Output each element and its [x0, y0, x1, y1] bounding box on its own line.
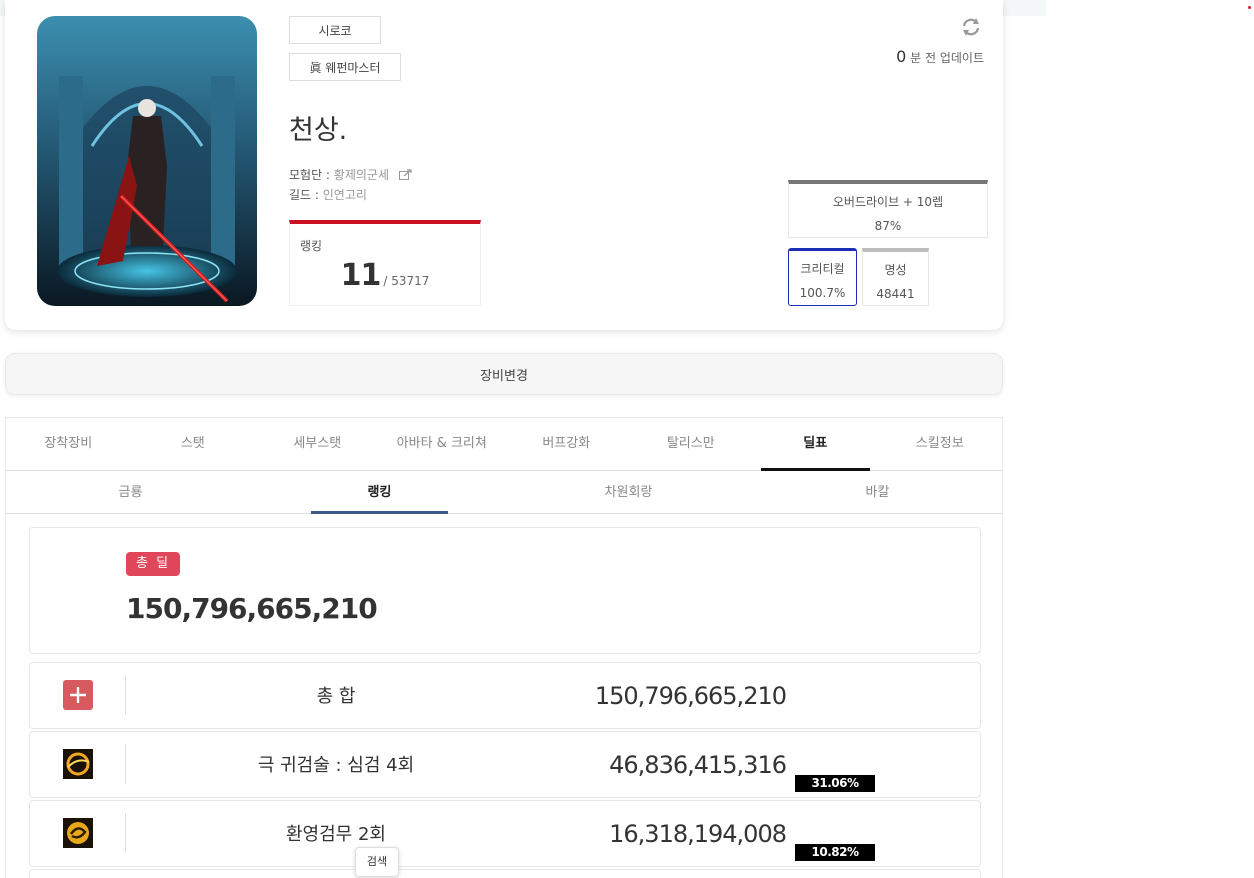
update-minutes: 0 — [896, 47, 907, 66]
skill-percent-badge: 31.06% — [795, 775, 875, 792]
adventure-label: 모험단 : — [289, 168, 334, 182]
ranking-box: 랭킹 11/ 53717 — [289, 220, 481, 306]
subtab-ranking[interactable]: 랭킹 — [255, 472, 504, 514]
skill-damage: 16,318,194,008 — [609, 820, 787, 848]
total-damage-value: 150,796,665,210 — [126, 592, 378, 625]
server-tag: 시로코 — [289, 16, 381, 44]
overdrive-value: 87% — [874, 219, 902, 233]
critical-stat: 크리티컬 100.7% — [788, 248, 857, 306]
overdrive-label: 오버드라이브 + 10렙 — [832, 195, 944, 209]
notification-dot — [1248, 6, 1251, 9]
skill-name: 환영검무 2회 — [286, 824, 386, 845]
profile-card: 시로코 眞 웨펀마스터 0 분 전 업데이트 천상. 모험단 : 황제의군세 길… — [5, 0, 1003, 330]
update-status: 0 분 전 업데이트 — [896, 47, 984, 66]
overdrive-stat: 오버드라이브 + 10렙 87% — [788, 180, 988, 238]
ranking-total: / 53717 — [383, 274, 430, 288]
subtab-dimension-corridor[interactable]: 차원회랑 — [504, 472, 753, 513]
skill-dance-icon — [63, 818, 93, 848]
critical-label: 크리티컬 — [800, 262, 845, 276]
fame-stat: 명성 48441 — [862, 248, 929, 306]
damage-row: 총 합 150,796,665,210 — [29, 662, 981, 729]
critical-value: 100.7% — [799, 286, 846, 300]
tab-equipment[interactable]: 장착장비 — [6, 418, 131, 470]
sub-tabs: 금룡 랭킹 차원회랑 바칼 — [6, 472, 1002, 514]
skill-percent-badge: 10.82% — [795, 844, 875, 861]
search-tooltip-button[interactable]: 검색 — [355, 847, 399, 877]
adventure-value: 황제의군세 — [333, 168, 389, 182]
tab-stats[interactable]: 스탯 — [131, 418, 256, 470]
adventure-info: 모험단 : 황제의군세 — [289, 166, 412, 183]
guild-info: 길드 : 인연고리 — [289, 186, 367, 203]
plus-icon — [63, 680, 93, 710]
skill-name: 극 귀검술 : 심검 4회 — [257, 755, 415, 776]
tab-buff[interactable]: 버프강화 — [504, 418, 629, 470]
subtab-bakal[interactable]: 바칼 — [753, 472, 1002, 513]
fame-value: 48441 — [876, 287, 915, 301]
ranking-label: 랭킹 — [300, 239, 323, 253]
tab-detail-stats[interactable]: 세부스탯 — [255, 418, 380, 470]
character-name: 천상. — [289, 115, 348, 146]
ranking-value: 11 — [340, 258, 382, 293]
character-portrait — [37, 16, 257, 306]
fame-label: 명성 — [884, 263, 907, 277]
total-damage-card: 총 딜 150,796,665,210 — [29, 527, 981, 654]
main-tabs: 장착장비 스탯 세부스탯 아바타 & 크리쳐 버프강화 탈리스만 딜표 스킬정보 — [6, 418, 1002, 471]
tab-damage-table[interactable]: 딜표 — [753, 418, 878, 471]
skill-sword-icon — [63, 749, 93, 779]
job-tag: 眞 웨펀마스터 — [289, 53, 401, 81]
tab-talisman[interactable]: 탈리스만 — [629, 418, 754, 470]
damage-row: 환영검무 2회 16,318,194,008 10.82% — [29, 800, 981, 867]
total-damage-badge: 총 딜 — [126, 552, 181, 576]
subtab-golden-dragon[interactable]: 금룡 — [6, 472, 255, 513]
external-link-icon[interactable] — [398, 169, 412, 180]
skill-name: 총 합 — [316, 686, 356, 707]
refresh-icon[interactable] — [960, 16, 982, 38]
skill-damage: 46,836,415,316 — [609, 751, 787, 779]
tab-skill-info[interactable]: 스킬정보 — [878, 418, 1003, 470]
equip-change-button[interactable]: 장비변경 — [5, 353, 1003, 395]
damage-row — [29, 869, 981, 878]
guild-value: 인연고리 — [322, 188, 367, 202]
damage-row: 극 귀검술 : 심검 4회 46,836,415,316 31.06% — [29, 731, 981, 798]
skill-damage: 150,796,665,210 — [594, 682, 787, 710]
update-text: 분 전 업데이트 — [910, 51, 984, 65]
tab-avatar-creature[interactable]: 아바타 & 크리쳐 — [380, 418, 505, 470]
guild-label: 길드 : — [289, 188, 323, 202]
